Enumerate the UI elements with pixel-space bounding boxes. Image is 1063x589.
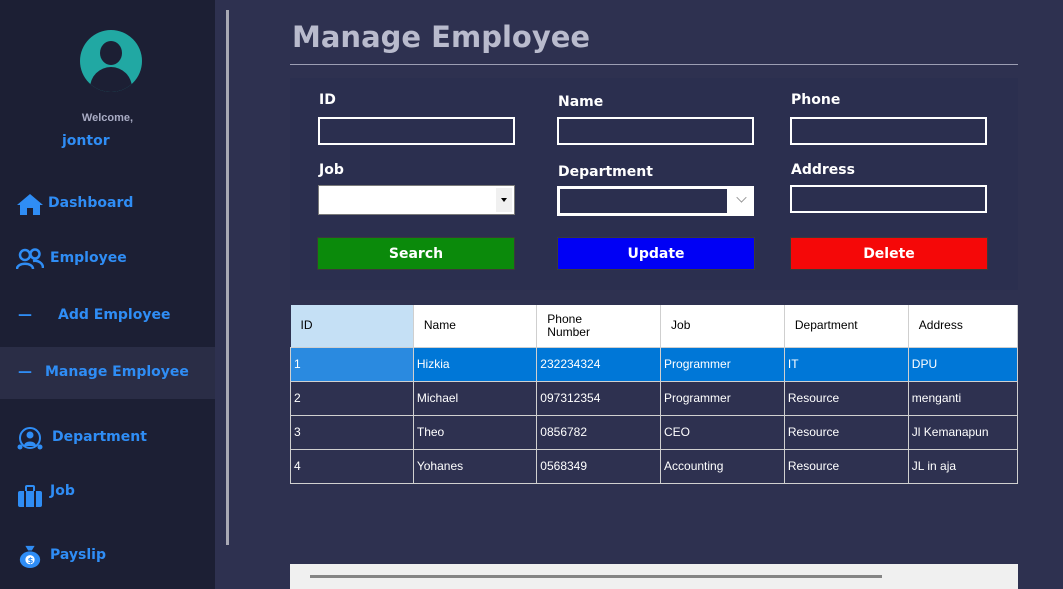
table-row[interactable]: 3 Theo 0856782 CEO Resource Jl Kemanapun <box>290 414 1018 450</box>
cell-phone[interactable]: 232234324 <box>536 346 662 382</box>
name-label: Name <box>558 94 604 110</box>
column-header-id[interactable]: ID <box>290 305 414 348</box>
dash-prefix: — <box>18 307 32 323</box>
cell-name[interactable]: Yohanes <box>412 448 538 484</box>
sidebar-item-label: Employee <box>50 250 127 266</box>
column-header-department[interactable]: Department <box>784 305 909 348</box>
dash-prefix: — <box>18 364 32 380</box>
sidebar-item-department[interactable]: Department <box>0 412 215 464</box>
money-bag-icon: $ <box>19 545 41 568</box>
chevron-down-icon <box>501 198 507 202</box>
cell-address[interactable]: menganti <box>907 380 1018 416</box>
department-dropdown[interactable] <box>557 186 754 216</box>
address-label: Address <box>791 162 855 178</box>
department-label: Department <box>558 164 653 180</box>
phone-field[interactable] <box>790 117 987 145</box>
table-header-row: ID Name Phone Number Job Department Addr… <box>290 305 1018 348</box>
column-header-phone[interactable]: Phone Number <box>536 305 662 348</box>
phone-label: Phone <box>791 92 841 108</box>
job-label: Job <box>319 162 344 178</box>
avatar <box>80 30 142 92</box>
cell-department[interactable]: Resource <box>783 380 909 416</box>
sidebar-item-label: Payslip <box>50 547 106 563</box>
sidebar: Welcome, jontor Dashboard Employee — Add… <box>0 0 215 589</box>
department-icon <box>17 427 43 450</box>
username: jontor <box>62 133 110 149</box>
cell-address[interactable]: Jl Kemanapun <box>907 414 1018 450</box>
sidebar-item-employee[interactable]: Employee <box>0 233 215 285</box>
cell-phone[interactable]: 0856782 <box>536 414 662 450</box>
cell-department[interactable]: Resource <box>783 448 909 484</box>
sidebar-item-add-employee[interactable]: — Add Employee <box>0 290 215 342</box>
cell-phone[interactable]: 0568349 <box>536 448 662 484</box>
employee-table: ID Name Phone Number Job Department Addr… <box>290 305 1018 484</box>
cell-job[interactable]: Programmer <box>660 346 785 382</box>
sidebar-item-payslip[interactable]: $ Payslip <box>0 530 215 582</box>
users-icon <box>16 248 44 270</box>
cell-id[interactable]: 3 <box>290 414 414 450</box>
employee-grid[interactable]: ID Name Phone Number Job Department Addr… <box>290 305 1018 589</box>
sidebar-item-label: Add Employee <box>58 307 171 323</box>
cell-job[interactable]: Programmer <box>660 380 785 416</box>
cell-id[interactable]: 2 <box>290 380 414 416</box>
delete-button[interactable]: Delete <box>790 237 988 270</box>
cell-job[interactable]: CEO <box>660 414 785 450</box>
id-field[interactable] <box>318 117 515 145</box>
cell-address[interactable]: DPU <box>907 346 1018 382</box>
column-header-name[interactable]: Name <box>413 305 538 348</box>
sidebar-item-manage-employee[interactable]: — Manage Employee <box>0 347 215 399</box>
sidebar-item-label: Department <box>52 429 147 445</box>
department-dropdown-value <box>560 189 727 213</box>
address-field[interactable] <box>790 185 987 213</box>
cell-department[interactable]: IT <box>783 346 909 382</box>
name-field[interactable] <box>557 117 754 145</box>
job-dropdown[interactable] <box>318 185 515 215</box>
title-divider <box>290 64 1018 65</box>
update-button[interactable]: Update <box>557 237 755 270</box>
cell-job[interactable]: Accounting <box>660 448 785 484</box>
cell-id[interactable]: 1 <box>290 346 414 382</box>
sidebar-item-label: Manage Employee <box>45 364 189 380</box>
id-label: ID <box>319 92 336 108</box>
table-row[interactable]: 4 Yohanes 0568349 Accounting Resource JL… <box>290 448 1018 484</box>
table-row[interactable]: 1 Hizkia 232234324 Programmer IT DPU <box>290 346 1018 382</box>
cell-id[interactable]: 4 <box>290 448 414 484</box>
briefcase-icon <box>18 485 42 507</box>
chevron-down-icon[interactable] <box>736 192 747 203</box>
home-icon <box>17 194 43 215</box>
sidebar-item-label: Dashboard <box>48 195 134 211</box>
sidebar-item-dashboard[interactable]: Dashboard <box>0 178 215 230</box>
cell-phone[interactable]: 097312354 <box>536 380 662 416</box>
sidebar-scrollbar[interactable] <box>226 10 229 545</box>
sidebar-item-job[interactable]: Job <box>0 470 215 522</box>
search-button[interactable]: Search <box>317 237 515 270</box>
cell-address[interactable]: JL in aja <box>907 448 1018 484</box>
form-panel: ID Name Phone Job Department Address Sea… <box>290 78 1018 290</box>
column-header-address[interactable]: Address <box>908 305 1018 348</box>
cell-name[interactable]: Michael <box>412 380 538 416</box>
welcome-text: Welcome, <box>81 112 134 124</box>
svg-text:$: $ <box>28 555 34 565</box>
column-header-job[interactable]: Job <box>660 305 785 348</box>
sidebar-item-label: Job <box>50 483 75 499</box>
horizontal-scrollbar[interactable] <box>290 564 1018 589</box>
dropdown-button[interactable] <box>496 188 512 212</box>
avatar-shoulders-shape <box>90 67 132 92</box>
page-title: Manage Employee <box>292 20 591 54</box>
cell-department[interactable]: Resource <box>783 414 909 450</box>
table-row[interactable]: 2 Michael 097312354 Programmer Resource … <box>290 380 1018 416</box>
cell-name[interactable]: Hizkia <box>412 346 538 382</box>
cell-name[interactable]: Theo <box>412 414 538 450</box>
avatar-head-shape <box>100 41 122 65</box>
scrollbar-thumb[interactable] <box>310 575 882 578</box>
